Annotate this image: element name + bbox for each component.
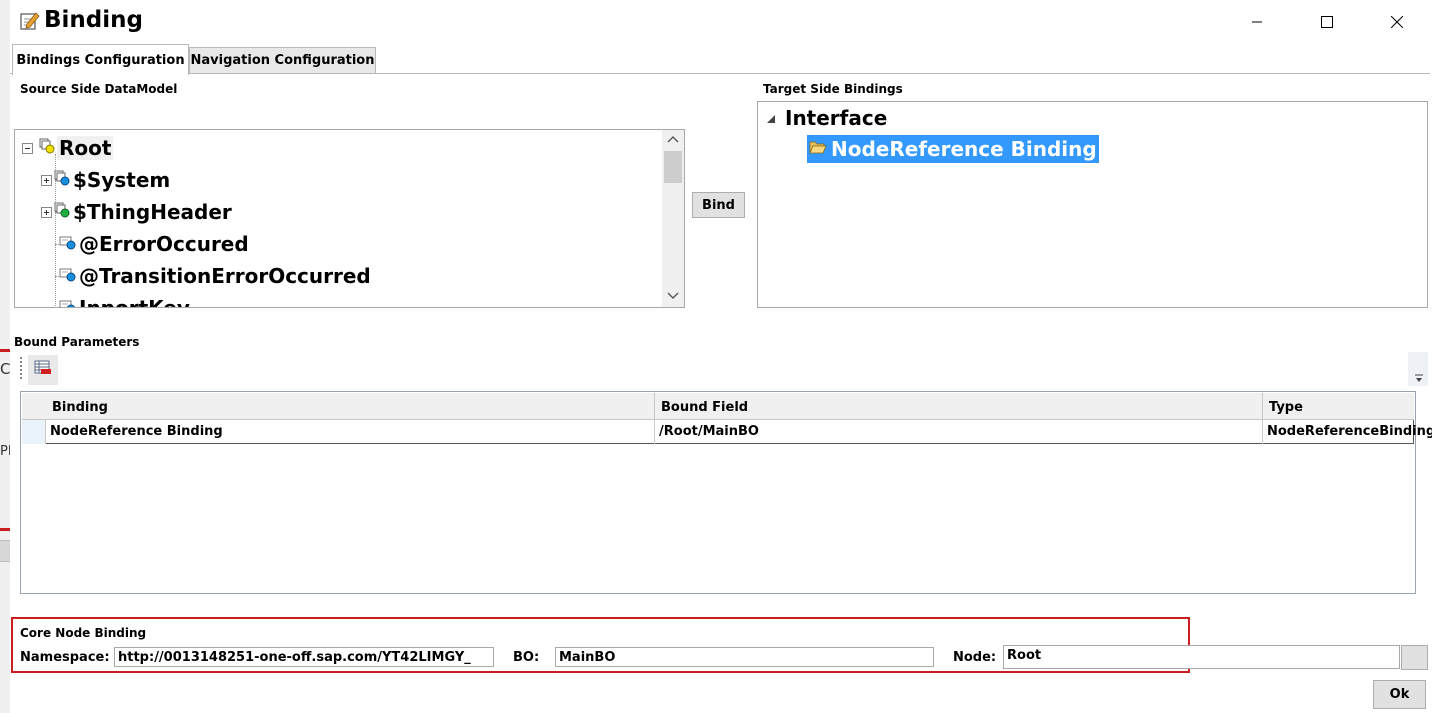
table-cell-binding[interactable]: NodeReference Binding bbox=[46, 420, 654, 444]
scroll-down-icon[interactable] bbox=[667, 289, 679, 304]
edit-pencil-icon bbox=[20, 11, 40, 31]
tree-node-label: $ThingHeader bbox=[73, 200, 232, 224]
close-button[interactable] bbox=[1362, 0, 1432, 44]
toolbar-grip[interactable] bbox=[20, 357, 23, 379]
background-window bbox=[0, 0, 10, 713]
maximize-icon bbox=[1321, 16, 1333, 28]
element-icon bbox=[58, 234, 76, 254]
column-header-binding[interactable]: Binding bbox=[46, 393, 654, 420]
tree-node-label: InportKey bbox=[79, 296, 190, 308]
source-tree[interactable]: Root $System $ThingHeader @ErrorOccured … bbox=[14, 129, 685, 308]
tree-node-label: Root bbox=[57, 136, 114, 160]
node-blue-icon bbox=[54, 170, 70, 190]
column-header-bound-field[interactable]: Bound Field bbox=[655, 393, 1262, 420]
grid-header-corner bbox=[22, 393, 46, 420]
element-icon bbox=[58, 298, 76, 307]
bo-label: BO: bbox=[513, 650, 540, 665]
background-field bbox=[0, 540, 10, 562]
grid-remove-icon bbox=[34, 360, 52, 380]
window-title: Binding bbox=[44, 7, 143, 33]
tree-node-label: @ErrorOccured bbox=[79, 232, 249, 256]
element-icon bbox=[58, 266, 76, 286]
column-header-type[interactable]: Type bbox=[1263, 393, 1414, 420]
tree-node-label: NodeReference Binding bbox=[831, 137, 1097, 161]
tree-node-thingheader[interactable]: $ThingHeader bbox=[41, 196, 232, 228]
folder-open-icon bbox=[809, 140, 827, 158]
bound-parameters-label: Bound Parameters bbox=[14, 335, 140, 349]
tree-node-root[interactable]: Root bbox=[22, 132, 114, 164]
core-node-binding-label: Core Node Binding bbox=[20, 626, 147, 640]
node-browse-button[interactable] bbox=[1401, 645, 1428, 670]
node-yellow-icon bbox=[39, 138, 55, 158]
background-accent-line bbox=[0, 528, 10, 531]
node-field[interactable]: Root bbox=[1003, 645, 1400, 669]
minimize-icon bbox=[1252, 21, 1262, 23]
table-cell-type[interactable]: NodeReferenceBinding bbox=[1263, 420, 1432, 444]
scroll-up-icon[interactable] bbox=[667, 134, 679, 149]
target-tree[interactable] bbox=[757, 101, 1428, 308]
background-text: Co bbox=[0, 360, 10, 378]
bind-button[interactable]: Bind bbox=[692, 192, 745, 218]
target-root-node[interactable]: Interface bbox=[785, 106, 887, 130]
tree-node-label: @TransitionErrorOccurred bbox=[79, 264, 371, 288]
maximize-button[interactable] bbox=[1292, 0, 1362, 44]
collapse-icon[interactable] bbox=[22, 142, 33, 154]
source-label: Source Side DataModel bbox=[20, 82, 178, 96]
target-label: Target Side Bindings bbox=[763, 82, 903, 96]
tree-node-erroroccured[interactable]: @ErrorOccured bbox=[58, 228, 249, 260]
namespace-label: Namespace: bbox=[20, 650, 110, 665]
expand-icon[interactable] bbox=[41, 174, 52, 186]
tree-collapse-arrow-icon[interactable] bbox=[765, 113, 777, 129]
expand-icon[interactable] bbox=[41, 206, 52, 218]
background-text: PL bbox=[0, 444, 10, 459]
background-accent-line bbox=[0, 349, 10, 352]
tree-node-inportkey[interactable]: InportKey bbox=[58, 292, 190, 308]
remove-binding-button[interactable] bbox=[28, 355, 58, 385]
table-cell-bound-field[interactable]: /Root/MainBO bbox=[655, 420, 1262, 444]
tree-node-transitionerroroccurred[interactable]: @TransitionErrorOccurred bbox=[58, 260, 371, 292]
scrollbar-thumb[interactable] bbox=[664, 151, 682, 183]
tab-bindings-configuration[interactable]: Bindings Configuration bbox=[12, 44, 189, 75]
tree-node-system[interactable]: $System bbox=[41, 164, 170, 196]
node-label: Node: bbox=[953, 650, 997, 665]
tab-navigation-configuration[interactable]: Navigation Configuration bbox=[189, 47, 376, 74]
overflow-arrow-icon[interactable] bbox=[1414, 372, 1424, 387]
node-green-icon bbox=[54, 202, 70, 222]
row-header[interactable] bbox=[22, 420, 46, 444]
ok-button[interactable]: Ok bbox=[1373, 680, 1426, 709]
tree-node-label: $System bbox=[73, 168, 171, 192]
minimize-button[interactable] bbox=[1222, 0, 1292, 44]
target-node-nodereference-binding[interactable]: NodeReference Binding bbox=[807, 135, 1099, 163]
title-bar[interactable] bbox=[10, 0, 1432, 44]
bo-field[interactable]: MainBO bbox=[555, 647, 934, 667]
close-icon bbox=[1391, 16, 1403, 28]
namespace-field[interactable]: http://0013148251-one-off.sap.com/YT42LI… bbox=[114, 647, 494, 667]
